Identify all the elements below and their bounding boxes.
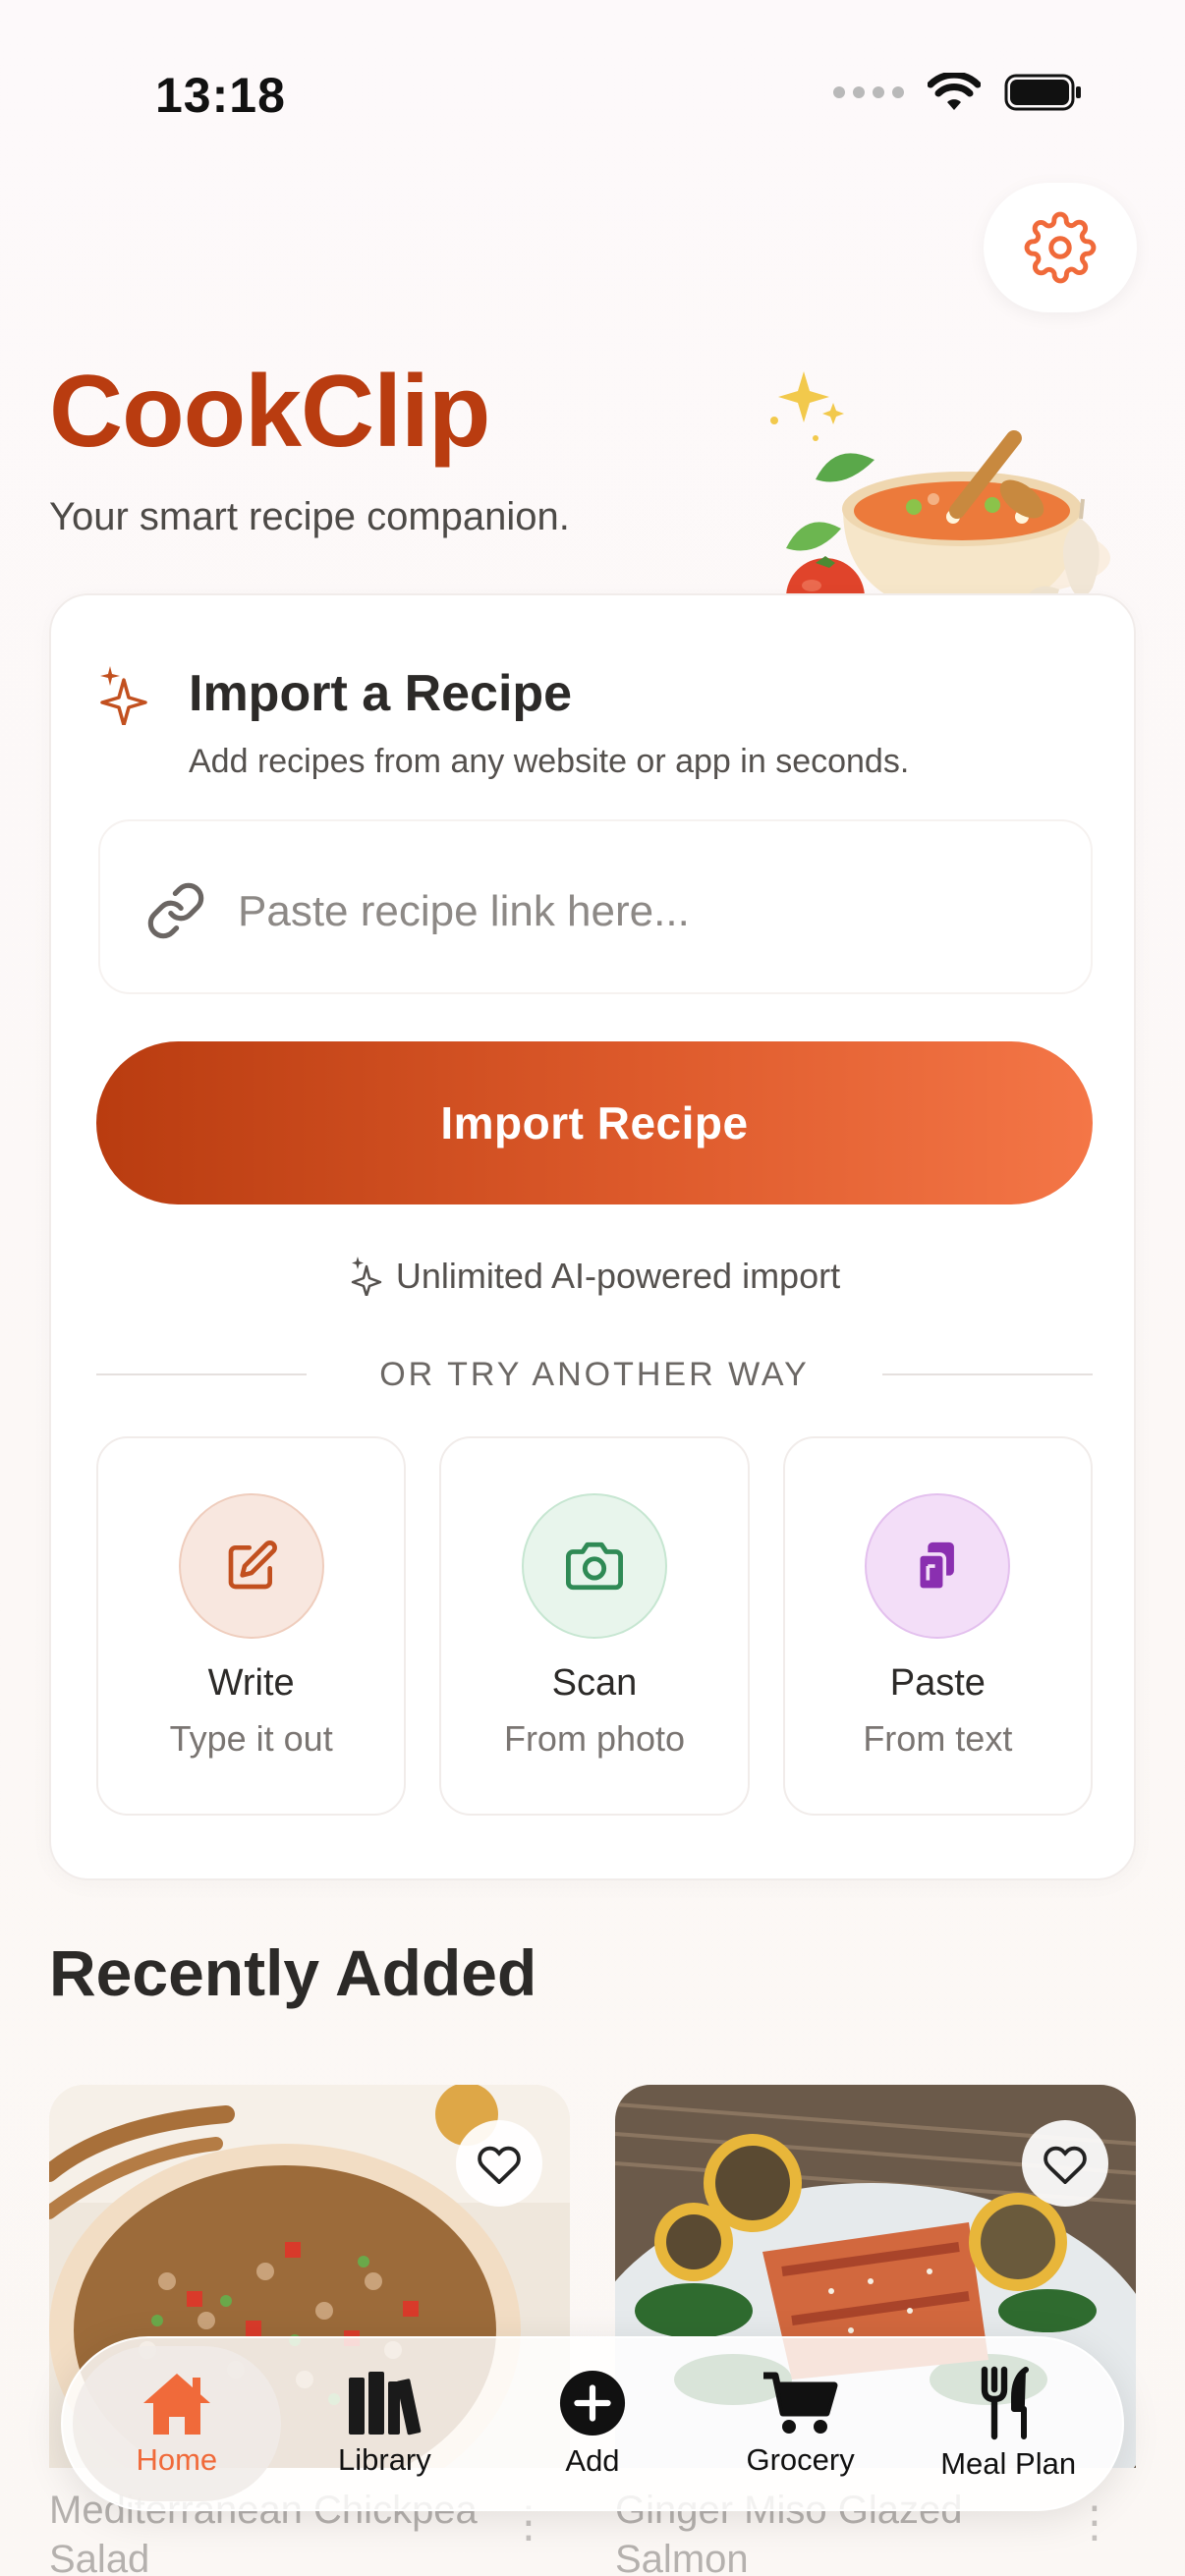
wifi-icon [928, 73, 981, 110]
paste-sub: From text [863, 1718, 1013, 1759]
tab-label: Library [338, 2442, 431, 2477]
import-recipe-button[interactable]: Import Recipe [96, 1041, 1093, 1204]
tab-bar: Home Library Add Grocery Meal Plan [61, 2336, 1124, 2511]
settings-button[interactable] [984, 183, 1137, 312]
tab-grocery[interactable]: Grocery [697, 2346, 905, 2501]
status-time: 13:18 [155, 68, 286, 123]
sparkle-icon [100, 666, 147, 725]
import-subtitle: Add recipes from any website or app in s… [189, 743, 910, 780]
tab-home[interactable]: Home [73, 2346, 281, 2501]
write-icon-circle [178, 1493, 324, 1639]
sparkle-small-icon [351, 1257, 382, 1296]
ai-note: Unlimited AI-powered import [51, 1256, 1138, 1297]
tab-meal-plan[interactable]: Meal Plan [904, 2346, 1112, 2501]
paste-icon-circle [865, 1493, 1011, 1639]
divider-line-right [882, 1373, 1093, 1375]
import-title: Import a Recipe [189, 665, 573, 722]
paste-option[interactable]: Paste From text [782, 1436, 1093, 1816]
import-options: Write Type it out Scan From photo Paste … [96, 1436, 1093, 1816]
tab-library[interactable]: Library [281, 2346, 489, 2501]
tab-label: Grocery [746, 2442, 855, 2477]
favorite-button[interactable] [456, 2120, 542, 2207]
tab-label: Home [136, 2442, 218, 2477]
scan-sub: From photo [503, 1718, 686, 1759]
divider-line-left [96, 1373, 307, 1375]
import-card: Import a Recipe Add recipes from any web… [49, 593, 1136, 1880]
more-options-icon[interactable]: ⋮ [1073, 2497, 1116, 2548]
edit-icon [228, 1540, 277, 1590]
books-icon [349, 2372, 422, 2436]
battery-icon [1004, 74, 1081, 111]
tab-label: Meal Plan [940, 2446, 1077, 2481]
paste-label: Paste [889, 1662, 986, 1704]
scan-icon-circle [521, 1493, 667, 1639]
clipboard-icon [917, 1541, 955, 1592]
status-bar: 13:18 [0, 0, 1185, 196]
write-option[interactable]: Write Type it out [96, 1436, 407, 1816]
cart-icon [762, 2372, 838, 2434]
gear-icon [1024, 211, 1097, 284]
link-icon [147, 882, 204, 939]
status-icons [833, 73, 1083, 112]
write-sub: Type it out [169, 1718, 333, 1759]
favorite-button[interactable] [1022, 2120, 1108, 2207]
heart-icon [478, 2146, 521, 2184]
camera-icon [565, 1541, 623, 1591]
app-title: CookClip [49, 355, 490, 469]
home-icon [142, 2374, 210, 2435]
scan-label: Scan [551, 1662, 638, 1704]
or-divider: OR TRY ANOTHER WAY [96, 1350, 1093, 1399]
ai-note-text: Unlimited AI-powered import [395, 1256, 841, 1296]
recently-added-title: Recently Added [49, 1936, 537, 2009]
heart-icon [1044, 2146, 1087, 2184]
tab-add[interactable]: Add [488, 2346, 697, 2501]
divider-text: OR TRY ANOTHER WAY [379, 1355, 810, 1393]
sparkle-decoration-icon [770, 371, 844, 441]
tab-label: Add [565, 2443, 620, 2478]
fork-knife-icon [981, 2366, 1030, 2440]
recipe-link-input[interactable] [238, 880, 1063, 943]
write-label: Write [207, 1662, 295, 1704]
plus-circle-icon [559, 2370, 626, 2436]
app-tagline: Your smart recipe companion. [49, 495, 570, 538]
signal-dots-icon [833, 86, 904, 98]
scan-option[interactable]: Scan From photo [439, 1436, 750, 1816]
